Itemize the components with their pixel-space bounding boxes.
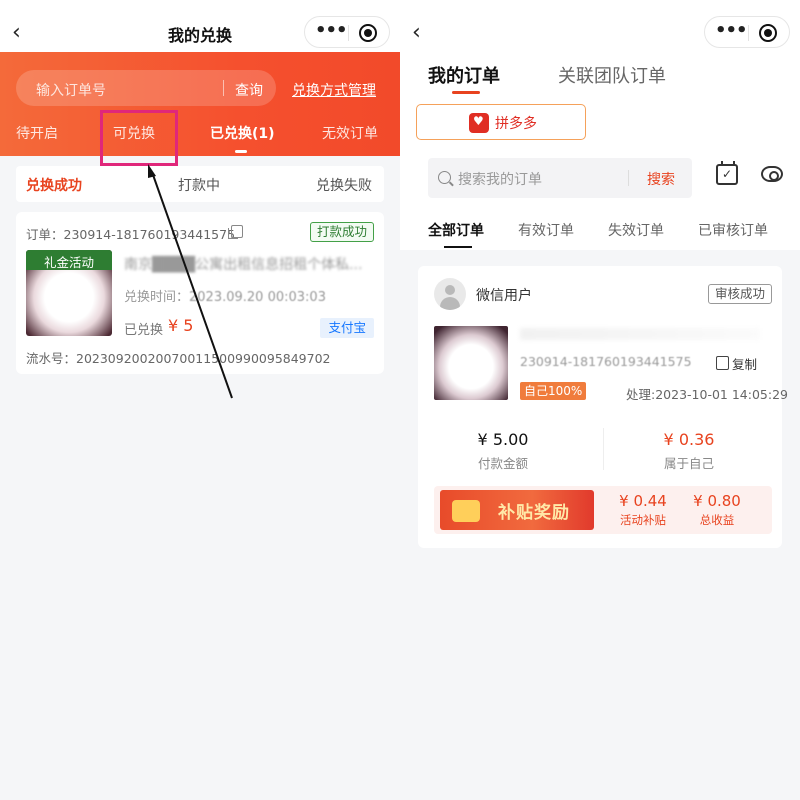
subsidy-reward-bar: 补贴奖励 ¥ 0.44 活动补贴 ¥ 0.80 总收益 — [434, 486, 772, 534]
active-tab-indicator — [235, 150, 247, 153]
filter-invalid-orders[interactable]: 失效订单 — [608, 220, 664, 240]
search-icon — [438, 171, 451, 184]
copy-button[interactable]: 复制 — [715, 354, 757, 373]
highlight-box — [100, 110, 178, 166]
query-button[interactable]: 查询 — [235, 80, 263, 100]
mini-program-capsule: ••• — [704, 16, 790, 48]
tab-team-orders[interactable]: 关联团队订单 — [558, 62, 666, 88]
order-card[interactable]: 微信用户 审核成功 230914-181760193441575 复制 自己10… — [418, 266, 788, 548]
capsule-divider — [748, 25, 749, 41]
total-income-amount: ¥ 0.80 — [693, 492, 741, 510]
payment-method-badge: 支付宝 — [320, 318, 374, 338]
right-navbar: ‹ ••• — [400, 0, 800, 64]
search-divider — [628, 170, 629, 186]
active-tab-indicator — [452, 91, 480, 94]
order-search-box: 输入订单号 查询 — [16, 70, 276, 106]
serial-number: 流水号：20230920020070011500990095849702 — [26, 351, 331, 366]
activity-subsidy-block: ¥ 0.44 活动补贴 — [610, 492, 676, 528]
tab-my-orders[interactable]: 我的订单 — [428, 62, 500, 88]
status-success-tab[interactable]: 兑换成功 — [26, 175, 82, 195]
search-button[interactable]: 搜索 — [647, 169, 675, 189]
status-filter-bar: 兑换成功 打款中 兑换失败 — [16, 166, 384, 202]
total-income-label: 总收益 — [699, 513, 735, 527]
total-income-block: ¥ 0.80 总收益 — [684, 492, 750, 528]
redeem-time: 兑换时间：2023.09.20 00:03:03 — [124, 286, 326, 305]
order-search-box: 搜索我的订单 搜索 — [428, 158, 692, 198]
status-failed-tab[interactable]: 兑换失败 — [316, 175, 372, 195]
tab-invalid[interactable]: 无效订单 — [322, 123, 378, 143]
subsidy-banner-text: 补贴奖励 — [498, 503, 570, 523]
more-icon[interactable]: ••• — [315, 22, 348, 42]
filter-tab-indicator — [444, 246, 472, 248]
user-name: 微信用户 — [476, 288, 532, 304]
platform-selector[interactable]: 拼多多 — [416, 104, 586, 140]
product-thumbnail — [434, 326, 508, 400]
order-number: 230914-181760193441575 — [520, 354, 692, 369]
status-badge: 打款成功 — [309, 222, 374, 242]
own-amount: ¥ 0.36 — [663, 430, 715, 449]
capsule-divider — [348, 25, 349, 41]
avatar — [434, 278, 466, 310]
tab-redeemed[interactable]: 已兑换(1) — [210, 123, 275, 143]
pay-amount-label: 付款金额 — [477, 456, 528, 471]
search-input[interactable]: 输入订单号 — [36, 80, 106, 100]
copy-icon[interactable] — [228, 225, 243, 239]
mini-program-capsule: ••• — [304, 16, 390, 48]
platform-label: 拼多多 — [495, 116, 537, 132]
own-amount-block: ¥ 0.36 属于自己 — [604, 430, 774, 472]
calendar-icon[interactable] — [716, 161, 738, 185]
gift-icon — [452, 500, 480, 522]
search-input[interactable]: 搜索我的订单 — [458, 169, 542, 189]
close-target-icon[interactable] — [359, 24, 377, 42]
right-panel: ‹ ••• 我的订单 关联团队订单 拼多多 搜索我的订单 搜索 全部订单 有效订… — [400, 0, 800, 800]
own-amount-label: 属于自己 — [663, 456, 714, 471]
status-badge: 审核成功 — [707, 284, 772, 304]
filter-all-orders[interactable]: 全部订单 — [428, 220, 484, 240]
redeemed-label: 已兑换 — [124, 323, 164, 338]
close-target-icon[interactable] — [759, 24, 777, 42]
redeem-method-manage-link[interactable]: 兑换方式管理 — [292, 80, 376, 100]
search-divider — [223, 80, 224, 96]
activity-subsidy-label: 活动补贴 — [620, 513, 666, 527]
filter-valid-orders[interactable]: 有效订单 — [518, 220, 574, 240]
subsidy-banner-image: 补贴奖励 — [440, 490, 594, 530]
back-button[interactable]: ‹ — [412, 22, 430, 44]
redeem-time-label: 兑换时间： — [124, 290, 190, 305]
redeemed-amount: ¥ 5 — [168, 316, 194, 335]
tab-pending[interactable]: 待开启 — [16, 123, 58, 143]
redeem-order-card[interactable]: 订单：230914-181760193441575 打款成功 礼金活动 南京██… — [16, 212, 384, 374]
status-paying-tab[interactable]: 打款中 — [178, 175, 220, 195]
process-time: 处理:2023-10-01 14:05:29 — [626, 387, 788, 402]
activity-subsidy-amount: ¥ 0.44 — [619, 492, 667, 510]
filter-reviewed-orders[interactable]: 已审核订单 — [698, 220, 768, 240]
pinduoduo-logo-icon — [469, 113, 489, 133]
thumbnail-label: 礼金活动 — [43, 255, 94, 270]
share-badge: 自己100% — [520, 382, 587, 400]
eye-icon[interactable] — [761, 166, 783, 182]
pay-amount-block: ¥ 5.00 付款金额 — [418, 430, 588, 472]
more-icon[interactable]: ••• — [715, 22, 748, 42]
redeem-time-value: 2023.09.20 00:03:03 — [189, 290, 326, 305]
product-title: 南京████公寓出租信息招租个体私... — [124, 257, 363, 273]
product-thumbnail: 礼金活动 — [26, 250, 112, 336]
blurred-product-title — [520, 328, 760, 340]
pay-amount: ¥ 5.00 — [477, 430, 529, 449]
order-number: 订单：230914-181760193441575 — [26, 227, 236, 242]
left-panel: ‹ 我的兑换 ••• 输入订单号 查询 兑换方式管理 待开启 可兑换 已兑换(1… — [0, 0, 400, 800]
